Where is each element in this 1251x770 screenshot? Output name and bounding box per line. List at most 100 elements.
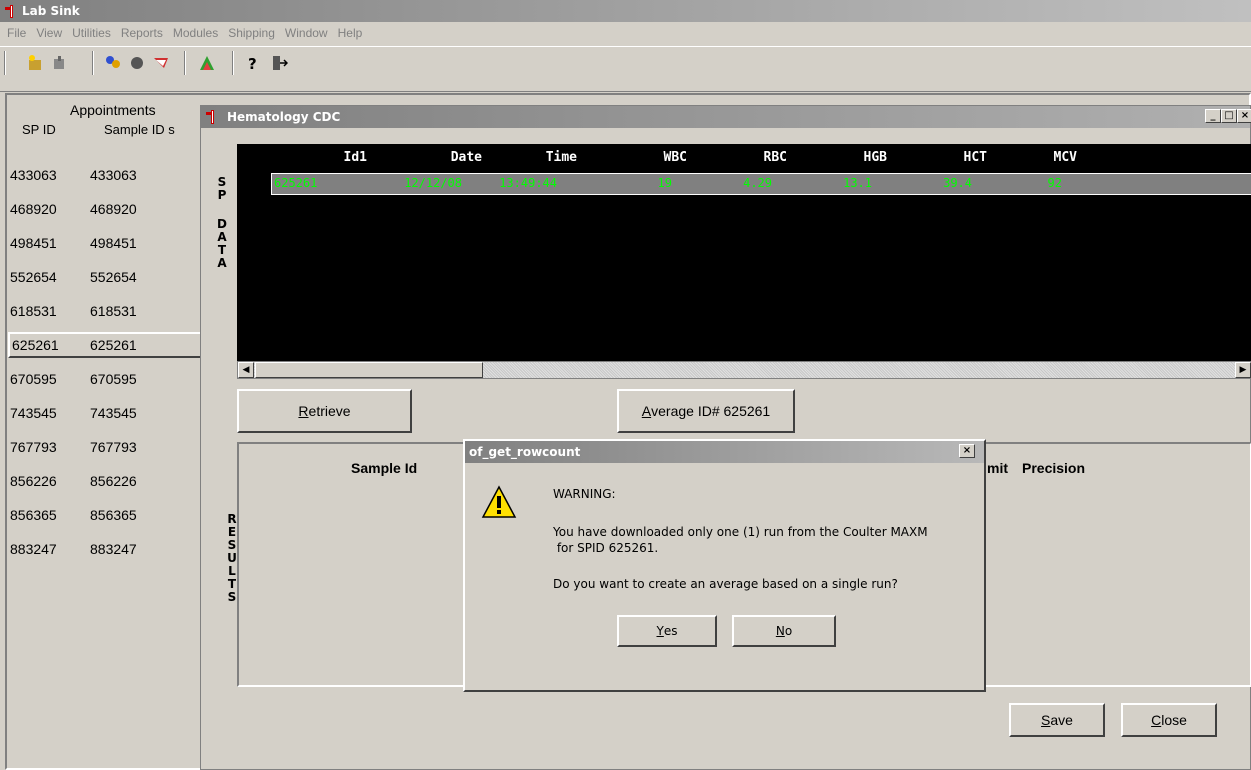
list-item[interactable]: 767793 767793: [10, 434, 210, 460]
column-header[interactable]: Date: [402, 150, 482, 165]
scroll-right-icon[interactable]: ▶: [1235, 362, 1251, 378]
column-header[interactable]: WBC: [607, 150, 687, 165]
dialog-close-icon[interactable]: ×: [959, 444, 975, 458]
sample-id-cell: 498451: [90, 235, 137, 251]
warning-icon: [481, 485, 517, 522]
minimize-button[interactable]: _: [1205, 109, 1221, 123]
menu-window[interactable]: Window: [280, 26, 333, 40]
list-item[interactable]: 625261 625261: [8, 332, 208, 358]
table-cell: 625261: [274, 176, 318, 190]
sample-id-cell: 767793: [90, 439, 137, 455]
hand-icon[interactable]: [126, 52, 148, 74]
results-label: RESULTS: [227, 512, 237, 604]
list-item[interactable]: 856226 856226: [10, 468, 210, 494]
sp-id-cell: 670595: [10, 371, 57, 387]
sp-data-grid[interactable]: Id1 Date Time WBC RBC HGB HCT MCV 625261 12/12/0…: [237, 144, 1251, 379]
dialog-question: Do you want to create an average based o…: [553, 577, 898, 591]
horizontal-scrollbar[interactable]: ◀ ▶: [237, 361, 1251, 379]
table-cell: 19: [657, 176, 672, 190]
column-header[interactable]: Id1: [297, 150, 367, 165]
sample-id-cell: 670595: [90, 371, 137, 387]
users-icon[interactable]: [102, 52, 124, 74]
col-sample-header: Sample ID s: [104, 122, 175, 137]
sp-data-label: SP DATA: [217, 175, 227, 270]
no-button[interactable]: No: [732, 615, 836, 647]
sample-id-cell: 468920: [90, 201, 137, 217]
list-item[interactable]: 743545 743545: [10, 400, 210, 426]
sp-id-cell: 743545: [10, 405, 57, 421]
sample-id-cell: 743545: [90, 405, 137, 421]
scroll-thumb[interactable]: [255, 362, 483, 378]
exit-icon[interactable]: [268, 52, 290, 74]
table-cell: 39.4: [943, 176, 972, 190]
scroll-left-icon[interactable]: ◀: [238, 362, 254, 378]
sample-id-cell: 625261: [90, 337, 137, 353]
flag-icon[interactable]: [150, 52, 172, 74]
app-icon: [205, 108, 223, 129]
sample-id-cell: 883247: [90, 541, 137, 557]
column-header[interactable]: Time: [497, 150, 577, 165]
sp-id-cell: 856365: [10, 507, 57, 523]
average-button[interactable]: Average ID# 625261: [617, 389, 795, 433]
sample-id-cell: 433063: [90, 167, 137, 183]
sp-id-cell: 883247: [10, 541, 57, 557]
yes-button[interactable]: Yes: [617, 615, 717, 647]
app-icon: [4, 3, 20, 19]
list-item[interactable]: 552654 552654: [10, 264, 210, 290]
sp-id-cell: 856226: [10, 473, 57, 489]
sp-id-cell: 552654: [10, 269, 57, 285]
menu-utilities[interactable]: Utilities: [67, 26, 116, 40]
dialog-message-line1: You have downloaded only one (1) run fro…: [553, 525, 928, 539]
list-item[interactable]: 856365 856365: [10, 502, 210, 528]
retrieve-button[interactable]: Retrieve: [237, 389, 412, 433]
menu-help[interactable]: Help: [333, 26, 368, 40]
dialog-title: of_get_rowcount: [469, 445, 581, 459]
sp-id-cell: 433063: [10, 167, 57, 183]
maximize-button[interactable]: □: [1221, 109, 1237, 123]
table-cell: 13:49:44: [499, 176, 557, 190]
results-precision-header: Precision: [1022, 460, 1086, 476]
menu-file[interactable]: File: [2, 26, 31, 40]
close-window-button[interactable]: ×: [1237, 109, 1251, 123]
column-header[interactable]: HGB: [807, 150, 887, 165]
list-item[interactable]: 468920 468920: [10, 196, 210, 222]
dialog-message-line2: for SPID 625261.: [553, 541, 659, 555]
list-item[interactable]: 498451 498451: [10, 230, 210, 256]
dialog-warning-heading: WARNING:: [553, 487, 616, 501]
table-cell: 4.29: [743, 176, 772, 190]
column-header[interactable]: MCV: [1007, 150, 1077, 165]
cdc-title-bar: Hematology CDC _ □ ×: [201, 106, 1251, 129]
column-header[interactable]: RBC: [707, 150, 787, 165]
sample-id-cell: 618531: [90, 303, 137, 319]
sample-id-cell: 856226: [90, 473, 137, 489]
list-item[interactable]: 618531 618531: [10, 298, 210, 324]
menu-shipping[interactable]: Shipping: [223, 26, 280, 40]
app-title-bar: Lab Sink: [0, 0, 1251, 22]
list-item[interactable]: 883247 883247: [10, 536, 210, 562]
appointments-title: Appointments: [70, 102, 156, 118]
app-title: Lab Sink: [22, 4, 80, 18]
col-spid-header: SP ID: [22, 122, 56, 137]
menu-view[interactable]: View: [31, 26, 67, 40]
sp-id-cell: 618531: [10, 303, 57, 319]
toolbar: ?: [0, 46, 1251, 92]
help-icon[interactable]: ?: [242, 52, 264, 74]
sp-id-cell: 767793: [10, 439, 57, 455]
sp-id-cell: 498451: [10, 235, 57, 251]
sp-id-cell: 468920: [10, 201, 57, 217]
open-icon[interactable]: [48, 52, 70, 74]
menu-reports[interactable]: Reports: [116, 26, 168, 40]
save-button[interactable]: Save: [1009, 703, 1105, 737]
close-button[interactable]: Close: [1121, 703, 1217, 737]
column-header[interactable]: HCT: [907, 150, 987, 165]
sample-id-cell: 856365: [90, 507, 137, 523]
menu-modules[interactable]: Modules: [168, 26, 223, 40]
list-item[interactable]: 433063 433063: [10, 162, 210, 188]
list-item[interactable]: 670595 670595: [10, 366, 210, 392]
menu-bar: File View Utilities Reports Modules Ship…: [0, 22, 1251, 44]
chart-icon[interactable]: [196, 52, 218, 74]
cdc-title: Hematology CDC: [227, 110, 341, 124]
table-row[interactable]: 625261 12/12/08 13:49:44 19 4.29 13.1 39.4 92: [271, 173, 1251, 195]
new-icon[interactable]: [24, 52, 46, 74]
sample-id-cell: 552654: [90, 269, 137, 285]
